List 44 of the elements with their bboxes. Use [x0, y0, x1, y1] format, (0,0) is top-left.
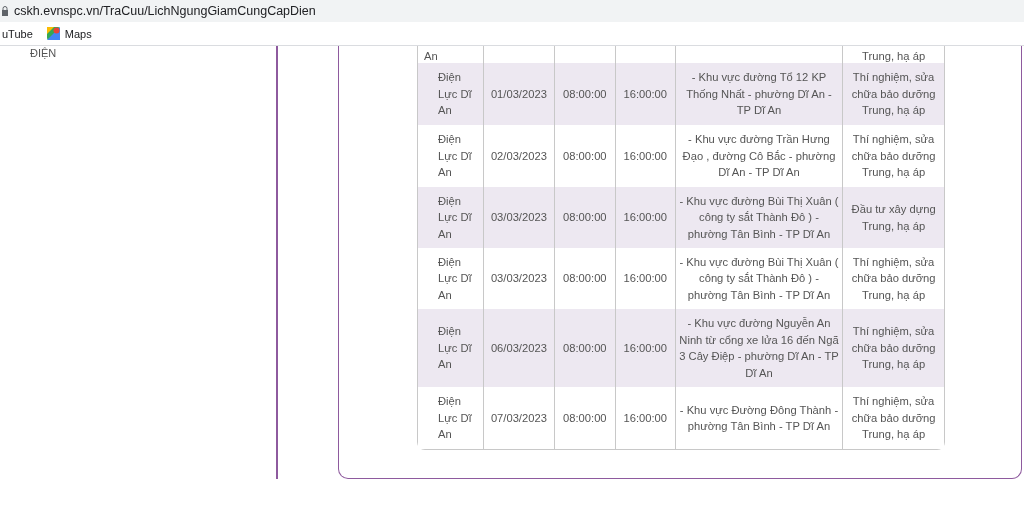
table-cell: Thí nghiệm, sửa chữa bảo dưỡng Trung, hạ áp	[851, 133, 936, 179]
url-text[interactable]: cskh.evnspc.vn/TraCuu/LichNgungGiamCungCapDien	[14, 4, 316, 18]
table-cell: Thí nghiệm, sửa chữa bảo dưỡng Trung, hạ áp	[851, 71, 936, 117]
table-cell: Trung, hạ áp	[862, 49, 926, 63]
table-cell: - Khu vực đường Bùi Thị Xuân ( công ty sắt Thành Đô ) - phường Tân Bình - TP Dĩ An	[679, 255, 839, 301]
table-cell: Điện Lực Dĩ An	[438, 194, 472, 240]
table-cell: 02/03/2023	[490, 149, 547, 162]
table-cell: 08:00:00	[563, 272, 607, 285]
table-cell: 08:00:00	[563, 211, 607, 224]
table-cell: Điện Lực Dĩ An	[438, 255, 472, 301]
table-cell: 08:00:00	[563, 87, 607, 100]
table-cell: 03/03/2023	[490, 211, 547, 224]
table-cell: 16:00:00	[623, 411, 668, 424]
table-cell: - Khu vực đường Nguyễn An Ninh từ cổng xe lửa 16 đến Ngã 3 Cây Điệp - phường Dĩ An - TP Dĩ An	[679, 317, 839, 379]
table-cell: 08:00:00	[563, 149, 607, 162]
bookmark-item[interactable]: uTube	[2, 27, 33, 40]
table-cell: Điện Lực Dĩ An	[438, 395, 472, 441]
table-cell: - Khu vực Đường Đông Thành - phường Tân Bình - TP Dĩ An	[679, 403, 839, 432]
table-cell: 07/03/2023	[490, 411, 547, 424]
table-cell: An	[424, 49, 438, 63]
table-cell: 08:00:00	[563, 341, 607, 354]
table-cell: - Khu vực đường Trần Hưng Đạo , đường Cô Bắc - phường Dĩ An - TP Dĩ An	[682, 133, 836, 179]
table-cell: 01/03/2023	[490, 87, 547, 100]
table-cell: Điện Lực Dĩ An	[438, 325, 472, 371]
table-cell: Điện Lực Dĩ An	[438, 133, 472, 179]
table-cell: Thí nghiệm, sửa chữa bảo dưỡng Trung, hạ áp	[851, 255, 936, 301]
lock-icon	[2, 6, 8, 16]
table-cell: Thí nghiệm, sửa chữa bảo dưỡng Trung, hạ áp	[851, 395, 936, 441]
bookmark-item[interactable]: Maps	[46, 27, 92, 40]
table-cell: 03/03/2023	[490, 272, 547, 285]
table-cell: 16:00:00	[623, 87, 668, 100]
sidebar-item[interactable]: ĐIỆN	[30, 46, 57, 60]
table-cell: 16:00:00	[623, 211, 668, 224]
table-cell: - Khu vực đường Tổ 12 KP Thống Nhất - phường Dĩ An - TP Dĩ An	[686, 71, 832, 117]
table-cell: 06/03/2023	[490, 341, 547, 354]
table-cell: 16:00:00	[623, 341, 668, 354]
table-cell: Thí nghiệm, sửa chữa bảo dưỡng Trung, hạ áp	[851, 325, 936, 371]
table-cell: Điện Lực Dĩ An	[438, 71, 472, 117]
table-cell: 08:00:00	[563, 411, 607, 424]
table-cell: 16:00:00	[623, 272, 668, 285]
table-cell: - Khu vực đường Bùi Thị Xuân ( công ty sắt Thành Đô ) - phường Tân Bình - TP Dĩ An	[679, 194, 839, 240]
table-cell: 16:00:00	[623, 149, 668, 162]
table-cell: Đầu tư xây dựng Trung, hạ áp	[851, 203, 936, 232]
map-pin-icon	[46, 27, 60, 40]
